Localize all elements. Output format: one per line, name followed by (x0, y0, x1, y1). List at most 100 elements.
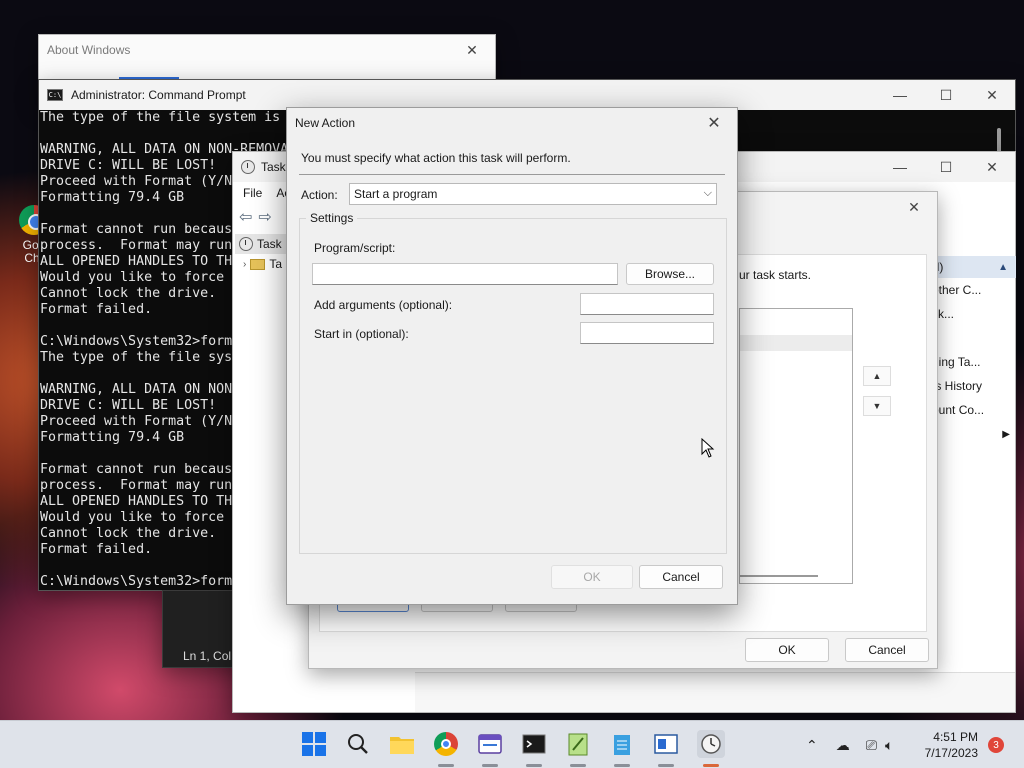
chevron-right-icon: ▶ (1002, 428, 1010, 440)
ok-button[interactable]: OK (745, 638, 829, 662)
running-indicator (570, 764, 586, 767)
volume-icon[interactable]: 🔈︎ (885, 737, 893, 754)
maximize-icon[interactable]: ☐ (923, 80, 969, 110)
move-down-button[interactable]: ▼ (863, 396, 891, 416)
clock-icon (701, 734, 721, 754)
folder-icon (390, 737, 414, 754)
action-select-value: Start a program (354, 187, 438, 201)
clock-date: 7/17/2023 (924, 746, 978, 760)
windows-logo-icon (302, 732, 326, 756)
menu-file[interactable]: File (243, 186, 262, 200)
chevron-up-icon[interactable]: ⌃ (806, 737, 818, 754)
close-icon[interactable]: ✕ (691, 108, 737, 138)
notepad-plus-icon (568, 733, 588, 756)
start-in-label: Start in (optional): (314, 327, 409, 341)
status-position: Ln 1, Col (183, 649, 232, 663)
collapse-up-icon[interactable]: ▲ (998, 262, 1008, 273)
action-item[interactable]: ning Ta... (928, 350, 1016, 374)
taskbar-system-info[interactable] (653, 731, 679, 757)
actions-pane: al) ▲ other C... sk... ning Ta... ts His… (928, 256, 1016, 446)
action-item[interactable]: sk... (928, 302, 1016, 326)
close-icon[interactable]: ✕ (891, 192, 937, 222)
back-arrow-icon[interactable]: ⇦ (239, 207, 252, 227)
system-info-icon (654, 734, 678, 754)
arguments-label: Add arguments (optional): (314, 298, 453, 312)
mouse-cursor-icon (701, 438, 715, 458)
running-indicator (438, 764, 454, 767)
cmd-app-icon: C:\ (47, 89, 63, 101)
tree-item-label: Task (257, 237, 282, 251)
chevron-right-icon[interactable]: › (243, 259, 246, 270)
active-indicator (703, 764, 719, 767)
toolbar: ⇦ ⇨ (233, 206, 272, 228)
chevron-down-icon: ⌵ (703, 187, 712, 199)
ok-button[interactable]: OK (551, 565, 633, 589)
menu-bar: File Ac (233, 182, 290, 204)
start-in-input[interactable] (580, 322, 714, 344)
close-icon[interactable]: ✕ (969, 80, 1015, 110)
window-title: Administrator: Command Prompt (71, 88, 246, 102)
settings-group: Settings Program/script: Browse... Add a… (299, 211, 727, 554)
move-up-button[interactable]: ▲ (863, 366, 891, 386)
actions-list[interactable] (739, 308, 853, 584)
arguments-input[interactable] (580, 293, 714, 315)
taskbar-notepad[interactable] (609, 731, 635, 757)
forward-arrow-icon[interactable]: ⇨ (258, 207, 271, 227)
taskbar-chrome[interactable] (433, 731, 459, 757)
divider (299, 174, 725, 175)
running-indicator (658, 764, 674, 767)
clock[interactable]: 4:51 PM 7/17/2023 (918, 729, 978, 761)
new-action-dialog: New Action ✕ You must specify what actio… (286, 107, 738, 605)
notification-badge[interactable]: 3 (988, 737, 1004, 753)
tree-item-label: Ta (269, 257, 283, 271)
taskbar: ⌃ ☁ ⎚ 🔈︎ 4:51 PM 7/17/2023 3 (0, 720, 1024, 768)
start-button[interactable] (301, 731, 327, 757)
taskbar-notepad-plus[interactable] (565, 731, 591, 757)
cancel-button[interactable]: Cancel (845, 638, 929, 662)
task-scheduler-icon (241, 160, 255, 174)
app-window-icon (478, 734, 502, 754)
taskbar-app-window[interactable] (477, 731, 503, 757)
minimize-icon[interactable]: — (877, 152, 923, 182)
maximize-icon[interactable]: ☐ (923, 152, 969, 182)
close-icon[interactable]: ✕ (449, 35, 495, 65)
search-icon (348, 734, 368, 754)
running-indicator (482, 764, 498, 767)
action-item[interactable]: other C... (928, 278, 1016, 302)
cancel-button[interactable]: Cancel (639, 565, 723, 589)
list-item[interactable] (740, 335, 852, 351)
chrome-icon (434, 732, 458, 756)
taskbar-terminal[interactable] (521, 731, 547, 757)
cloud-offline-icon[interactable]: ☁ (836, 737, 850, 754)
clock-icon (239, 237, 253, 251)
actions-header[interactable]: al) ▲ (928, 256, 1016, 278)
minimize-icon[interactable]: — (877, 80, 923, 110)
taskbar-file-explorer[interactable] (389, 731, 415, 757)
action-label: Action: (301, 188, 338, 202)
actions-description: ur task starts. (739, 268, 812, 282)
terminal-icon (522, 734, 546, 754)
instruction-text: You must specify what action this task w… (301, 151, 571, 165)
search-button[interactable] (345, 731, 371, 757)
action-item[interactable]: ount Co... (928, 398, 1016, 422)
close-icon[interactable]: ✕ (969, 152, 1015, 182)
clock-time: 4:51 PM (933, 730, 978, 744)
details-pane (415, 672, 1015, 712)
action-item-submenu[interactable]: ▶ (928, 422, 1016, 446)
action-item[interactable] (928, 326, 1016, 350)
browse-button[interactable]: Browse... (626, 263, 714, 285)
running-indicator (526, 764, 542, 767)
network-icon[interactable]: ⎚ (866, 737, 877, 754)
window-title: About Windows (47, 43, 131, 57)
notepad-icon (614, 735, 630, 755)
program-script-label: Program/script: (314, 241, 396, 255)
dialog-title: New Action (295, 116, 356, 130)
settings-legend: Settings (306, 211, 358, 225)
taskbar-task-scheduler[interactable] (697, 730, 725, 758)
action-item[interactable]: ts History (928, 374, 1016, 398)
program-script-input[interactable] (312, 263, 618, 285)
running-indicator (614, 764, 630, 767)
list-scrollbar[interactable] (740, 575, 818, 577)
action-select[interactable]: Start a program ⌵ (349, 183, 717, 205)
system-tray: ⌃ ☁ ⎚ 🔈︎ (806, 721, 893, 768)
